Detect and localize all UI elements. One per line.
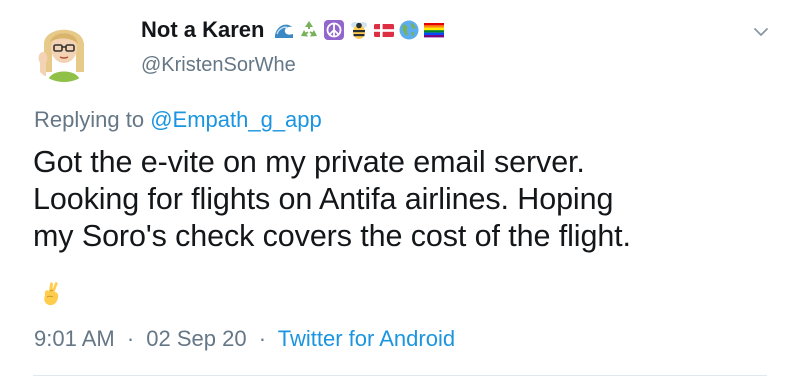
bee-icon [348, 19, 370, 41]
replying-to-label: Replying to [34, 107, 145, 132]
wave-icon [273, 19, 295, 41]
peace-icon [323, 19, 345, 41]
meta-separator: · [126, 326, 135, 351]
meta-separator: · [258, 326, 267, 351]
chevron-down-icon[interactable] [751, 22, 771, 42]
crossed-fingers-icon [36, 279, 66, 309]
replying-to: Replying to @Empath_g_app [34, 106, 322, 134]
author-display-name[interactable]: Not a Karen [141, 16, 445, 44]
tweet-meta: 9:01 AM · 02 Sep 20 · Twitter for Androi… [34, 325, 455, 353]
recycle-icon [298, 19, 320, 41]
author-handle[interactable]: @KristenSorWhe [141, 53, 296, 77]
tweet-source-link[interactable]: Twitter for Android [278, 326, 455, 351]
author-name-text: Not a Karen [141, 17, 265, 42]
divider [33, 375, 767, 376]
rainbow-flag-icon [423, 19, 445, 41]
globe-icon [398, 19, 420, 41]
tweet-card: Not a Karen @KristenSorWhe Replying to @… [0, 0, 800, 392]
tweet-date[interactable]: 02 Sep 20 [146, 326, 246, 351]
tweet-time[interactable]: 9:01 AM [34, 326, 115, 351]
denmark-flag-icon [373, 19, 395, 41]
tweet-text: Got the e-vite on my private email serve… [33, 145, 631, 253]
avatar[interactable] [30, 14, 98, 82]
reply-mention-link[interactable]: @Empath_g_app [150, 107, 322, 132]
